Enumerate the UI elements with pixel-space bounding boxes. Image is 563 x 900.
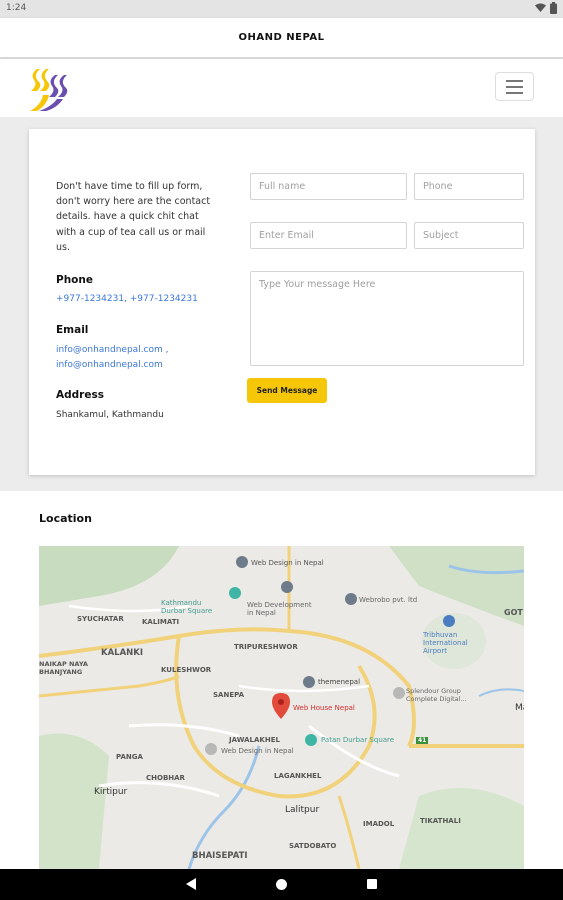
map-label-airport: Tribhuvan International Airport <box>423 631 468 655</box>
map-label-web-house: Web House Nepal <box>293 704 355 712</box>
map-label-themenepal: themenepal <box>318 678 361 686</box>
map-label-chobhar: CHOBHAR <box>146 774 185 782</box>
app-bar: OHAND NEPAL <box>0 18 563 58</box>
send-message-button[interactable]: Send Message <box>247 378 327 403</box>
phone-link[interactable]: +977-1234231, +977-1234231 <box>56 292 198 307</box>
email-label: Email <box>56 324 89 336</box>
map-label-patan: Patan Durbar Square <box>321 736 395 744</box>
map-label-web-design-2: Web Design in Nepal <box>221 747 294 755</box>
address-label: Address <box>56 389 104 401</box>
map-label-satdobato: SATDOBATO <box>289 842 337 850</box>
brand-logo[interactable] <box>29 65 69 111</box>
system-nav-bar <box>0 869 563 900</box>
map-label-imadol: IMADOL <box>363 820 395 828</box>
contact-intro: Don't have time to fill up form, don't w… <box>56 181 211 253</box>
phone-label: Phone <box>56 274 93 286</box>
subject-input[interactable]: Subject <box>414 222 524 249</box>
map-label-got: GOT <box>504 608 523 617</box>
map-label-web-design: Web Design in Nepal <box>251 559 324 567</box>
status-time: 1:24 <box>6 3 27 13</box>
back-icon[interactable] <box>186 878 196 890</box>
map-label-ma: Ma <box>515 703 524 713</box>
contact-card: Don't have time to fill up form, don't w… <box>29 129 535 475</box>
recent-apps-icon[interactable] <box>367 879 377 889</box>
map-label-road-41: 41 <box>416 737 429 744</box>
map-label-bhaisepati: BHAISEPATI <box>192 851 248 861</box>
message-textarea[interactable]: Type Your message Here <box>250 271 524 366</box>
map-label-lalitpur: Lalitpur <box>285 805 320 815</box>
hamburger-menu-icon[interactable] <box>495 72 534 101</box>
map-label-webrobo: Webrobo pvt. ltd <box>359 596 418 604</box>
map-label-sanepa: SANEPA <box>213 691 245 699</box>
map-label-tripureshwor: TRIPURESHWOR <box>234 643 298 651</box>
map-label-kirtipur: Kirtipur <box>94 787 128 797</box>
app-title: OHAND NEPAL <box>238 32 325 43</box>
status-icons <box>535 2 557 14</box>
fullname-input[interactable]: Full name <box>250 173 407 200</box>
status-bar: 1:24 <box>0 0 563 18</box>
address-value: Shankamul, Kathmandu <box>56 410 164 420</box>
site-header <box>0 59 563 117</box>
map-label-kalanki: KALANKI <box>101 648 144 658</box>
map-label-kathmandu-durbar: Kathmandu Durbar Square <box>161 599 213 615</box>
email-input[interactable]: Enter Email <box>250 222 407 249</box>
map-label-panga: PANGA <box>116 753 143 761</box>
map-label-naikap: NAIKAP NAYA BHANJYANG <box>39 660 88 676</box>
email-link-1[interactable]: info@onhandnepal.com , <box>56 343 169 358</box>
home-icon[interactable] <box>276 879 287 890</box>
location-map[interactable]: Kathmandu Durbar Square Web Design in Ne… <box>39 546 524 869</box>
map-label-jawalakhel: JAWALAKHEL <box>229 736 280 744</box>
battery-icon <box>550 2 557 14</box>
map-label-syuchatar: SYUCHATAR <box>77 615 124 623</box>
map-label-kalimati: KALIMATI <box>142 618 180 626</box>
wifi-icon <box>535 3 546 12</box>
location-title: Location <box>39 512 92 525</box>
location-section: Location Kathmandu Durbar Square Web Des… <box>0 491 563 869</box>
map-label-web-dev: Web Development in Nepal <box>247 601 312 617</box>
map-label-tikathali: TIKATHALI <box>420 817 461 825</box>
map-label-kuleshwor: KULESHWOR <box>161 666 212 674</box>
map-label-splendour: Splendour Group Complete Digital... <box>406 687 467 703</box>
email-link-2[interactable]: info@onhandnepal.com <box>56 358 163 373</box>
map-label-lagankhel: LAGANKHEL <box>274 772 322 780</box>
phone-input[interactable]: Phone <box>414 173 524 200</box>
